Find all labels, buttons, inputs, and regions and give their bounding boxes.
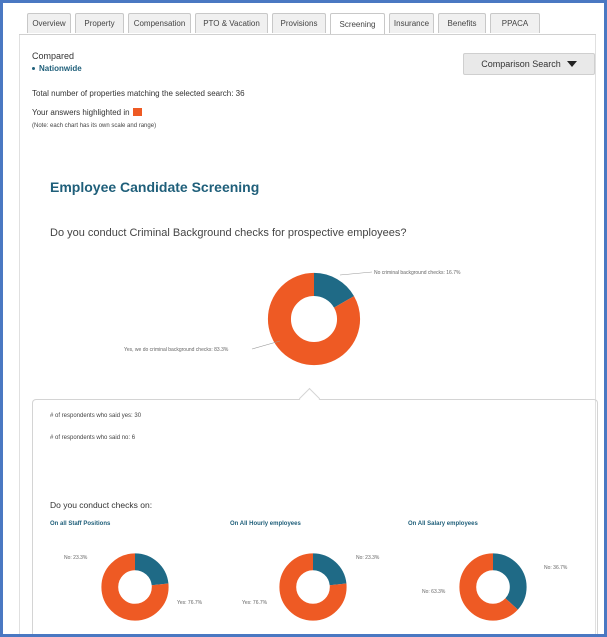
section-title: Employee Candidate Screening: [50, 179, 260, 195]
staff-no-label: No: 23.3%: [64, 555, 88, 561]
salary-chart-title: On All Salary employees: [408, 521, 478, 527]
total-properties-text: Total number of properties matching the …: [32, 89, 245, 98]
hourly-no-label: No: 23.3%: [356, 555, 380, 561]
tab-bar: Overview Property Compensation PTO & Vacati…: [27, 13, 604, 35]
tab-benefits[interactable]: Benefits: [438, 13, 486, 33]
hourly-chart-title: On All Hourly employees: [230, 521, 301, 527]
question-text: Do you conduct Criminal Background check…: [50, 227, 407, 239]
hourly-yes-label: Yes: 76.7%: [242, 600, 268, 606]
salary-yes-label: No: 63.3%: [422, 589, 446, 595]
respondents-no-text: # of respondents who said no: 6: [50, 435, 136, 441]
content-panel: Compared Nationwide Comparison Search To…: [19, 35, 598, 634]
tab-compensation[interactable]: Compensation: [128, 13, 191, 33]
scale-note: (Note: each chart has its own scale and …: [32, 123, 157, 129]
checks-question: Do you conduct checks on:: [50, 500, 153, 510]
salary-donut: [459, 553, 527, 621]
page-frame: Overview Property Compensation PTO & Vacati…: [0, 0, 607, 637]
compared-value[interactable]: Nationwide: [32, 64, 82, 73]
salary-no-label: No: 36.7%: [544, 565, 568, 571]
main-yes-label: Yes, we do criminal background checks: 8…: [124, 347, 229, 353]
tab-screening[interactable]: Screening: [330, 13, 385, 35]
bullet-icon: [32, 67, 35, 71]
criminal-check-donut: [267, 272, 361, 366]
compared-value-text: Nationwide: [39, 64, 82, 73]
staff-donut: [101, 553, 169, 621]
main-no-label: No criminal background checks: 16.7%: [374, 270, 461, 276]
compared-label: Compared: [32, 51, 75, 61]
tab-insurance[interactable]: Insurance: [389, 13, 434, 33]
tab-property[interactable]: Property: [75, 13, 124, 33]
tab-pto-vacation[interactable]: PTO & Vacation: [195, 13, 268, 33]
comparison-search-label: Comparison Search: [481, 59, 561, 69]
respondents-yes-text: # of respondents who said yes: 30: [50, 413, 142, 419]
tab-ppaca[interactable]: PPACA: [490, 13, 540, 33]
staff-chart-title: On all Staff Positions: [50, 521, 111, 527]
hourly-donut: [279, 553, 347, 621]
staff-yes-label: Yes: 76.7%: [177, 600, 203, 606]
highlight-legend: Your answers highlighted in: [32, 108, 142, 117]
caret-down-icon: [566, 61, 577, 67]
highlight-swatch: [132, 108, 142, 116]
highlight-legend-text: Your answers highlighted in: [32, 108, 130, 117]
comparison-search-button[interactable]: Comparison Search: [463, 53, 595, 75]
tab-overview[interactable]: Overview: [27, 13, 71, 33]
tab-provisions[interactable]: Provisions: [272, 13, 326, 33]
